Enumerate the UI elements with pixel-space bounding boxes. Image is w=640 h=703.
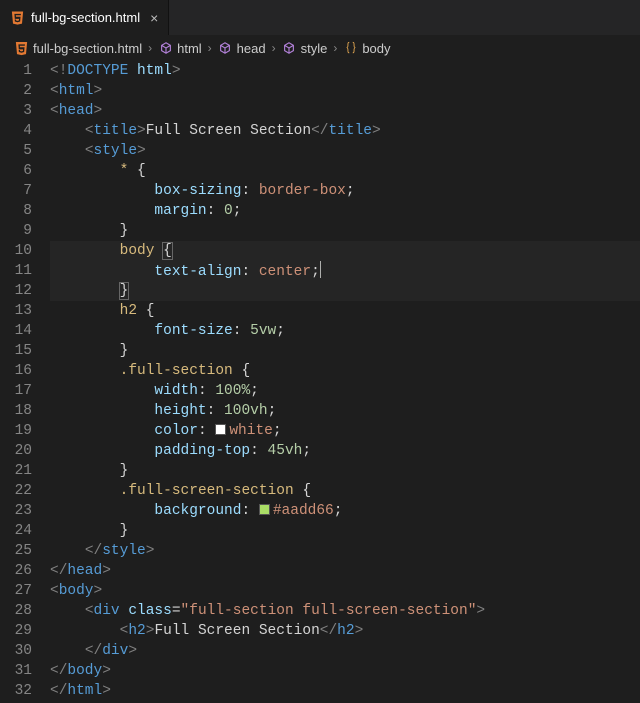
line-number: 13: [0, 301, 32, 321]
color-swatch: [215, 424, 226, 435]
html-file-icon: [14, 41, 29, 56]
line-number: 26: [0, 561, 32, 581]
chevron-right-icon: ›: [208, 41, 212, 55]
code-editor[interactable]: 1234567891011121314151617181920212223242…: [0, 61, 640, 701]
line-number: 9: [0, 221, 32, 241]
line-number: 25: [0, 541, 32, 561]
line-number: 16: [0, 361, 32, 381]
tab-bar: full-bg-section.html ×: [0, 0, 640, 35]
line-number: 20: [0, 441, 32, 461]
line-number: 5: [0, 141, 32, 161]
color-swatch: [259, 504, 270, 515]
breadcrumb-label: html: [177, 41, 202, 56]
breadcrumb-item[interactable]: html: [158, 41, 202, 56]
line-number: 10: [0, 241, 32, 261]
html-file-icon: [10, 10, 25, 25]
line-number: 12: [0, 281, 32, 301]
line-number: 28: [0, 601, 32, 621]
line-number: 18: [0, 401, 32, 421]
line-number: 23: [0, 501, 32, 521]
breadcrumb-label: style: [301, 41, 328, 56]
tab-filename: full-bg-section.html: [31, 10, 140, 25]
line-number: 32: [0, 681, 32, 701]
line-number: 17: [0, 381, 32, 401]
line-number: 14: [0, 321, 32, 341]
close-icon[interactable]: ×: [150, 10, 158, 26]
line-number: 7: [0, 181, 32, 201]
breadcrumb-label: full-bg-section.html: [33, 41, 142, 56]
line-number: 1: [0, 61, 32, 81]
line-number: 24: [0, 521, 32, 541]
breadcrumb-label: head: [237, 41, 266, 56]
breadcrumb-item[interactable]: style: [282, 41, 328, 56]
line-number: 22: [0, 481, 32, 501]
line-number: 8: [0, 201, 32, 221]
chevron-right-icon: ›: [148, 41, 152, 55]
code-content[interactable]: <!DOCTYPE html> <html> <head> <title>Ful…: [50, 61, 640, 701]
breadcrumb-label: body: [362, 41, 390, 56]
breadcrumb-item[interactable]: full-bg-section.html: [14, 41, 142, 56]
line-number: 30: [0, 641, 32, 661]
line-number: 31: [0, 661, 32, 681]
line-number: 29: [0, 621, 32, 641]
symbol-icon: [282, 41, 297, 56]
line-number: 6: [0, 161, 32, 181]
line-number-gutter: 1234567891011121314151617181920212223242…: [0, 61, 50, 701]
chevron-right-icon: ›: [272, 41, 276, 55]
line-number: 11: [0, 261, 32, 281]
line-number: 2: [0, 81, 32, 101]
breadcrumb-item[interactable]: head: [218, 41, 266, 56]
symbol-icon: [218, 41, 233, 56]
breadcrumb-item[interactable]: body: [343, 41, 390, 56]
line-number: 19: [0, 421, 32, 441]
line-number: 4: [0, 121, 32, 141]
line-number: 27: [0, 581, 32, 601]
selector-icon: [343, 41, 358, 56]
line-number: 3: [0, 101, 32, 121]
editor-tab[interactable]: full-bg-section.html ×: [0, 0, 169, 35]
symbol-icon: [158, 41, 173, 56]
line-number: 21: [0, 461, 32, 481]
breadcrumbs[interactable]: full-bg-section.html › html › head › sty…: [0, 35, 640, 61]
line-number: 15: [0, 341, 32, 361]
chevron-right-icon: ›: [333, 41, 337, 55]
text-cursor: [320, 261, 321, 278]
